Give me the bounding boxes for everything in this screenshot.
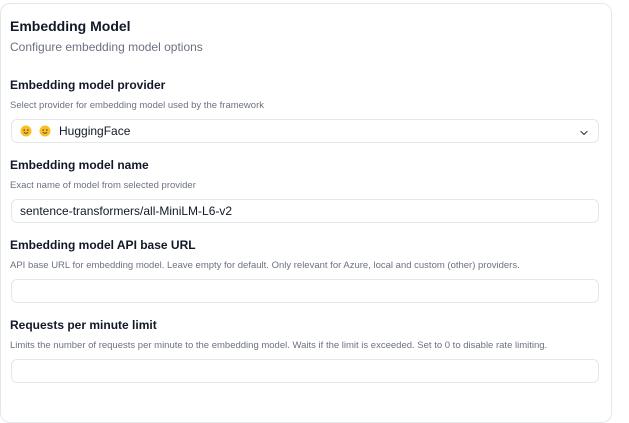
hugging-face-emoji-icon	[39, 125, 51, 137]
provider-selected-value: HuggingFace	[59, 124, 131, 138]
provider-label: Embedding model provider	[10, 78, 166, 92]
provider-description: Select provider for embedding model used…	[10, 100, 264, 111]
api-base-url-input[interactable]	[11, 279, 599, 303]
panel-title: Embedding Model	[10, 18, 131, 34]
api-base-url-label: Embedding model API base URL	[10, 238, 196, 252]
rate-limit-input[interactable]	[11, 359, 599, 383]
chevron-down-icon[interactable]	[579, 127, 589, 137]
provider-select[interactable]: HuggingFace	[11, 119, 599, 143]
model-name-description: Exact name of model from selected provid…	[10, 180, 196, 191]
model-name-input[interactable]: sentence-transformers/all-MiniLM-L6-v2	[11, 199, 599, 223]
model-name-value: sentence-transformers/all-MiniLM-L6-v2	[20, 204, 233, 218]
rate-limit-label: Requests per minute limit	[10, 318, 157, 332]
hugging-face-emoji-icon	[20, 125, 32, 137]
model-name-label: Embedding model name	[10, 158, 149, 172]
api-base-url-description: API base URL for embedding model. Leave …	[10, 260, 520, 271]
panel-subtitle: Configure embedding model options	[10, 40, 203, 54]
rate-limit-description: Limits the number of requests per minute…	[10, 340, 548, 351]
